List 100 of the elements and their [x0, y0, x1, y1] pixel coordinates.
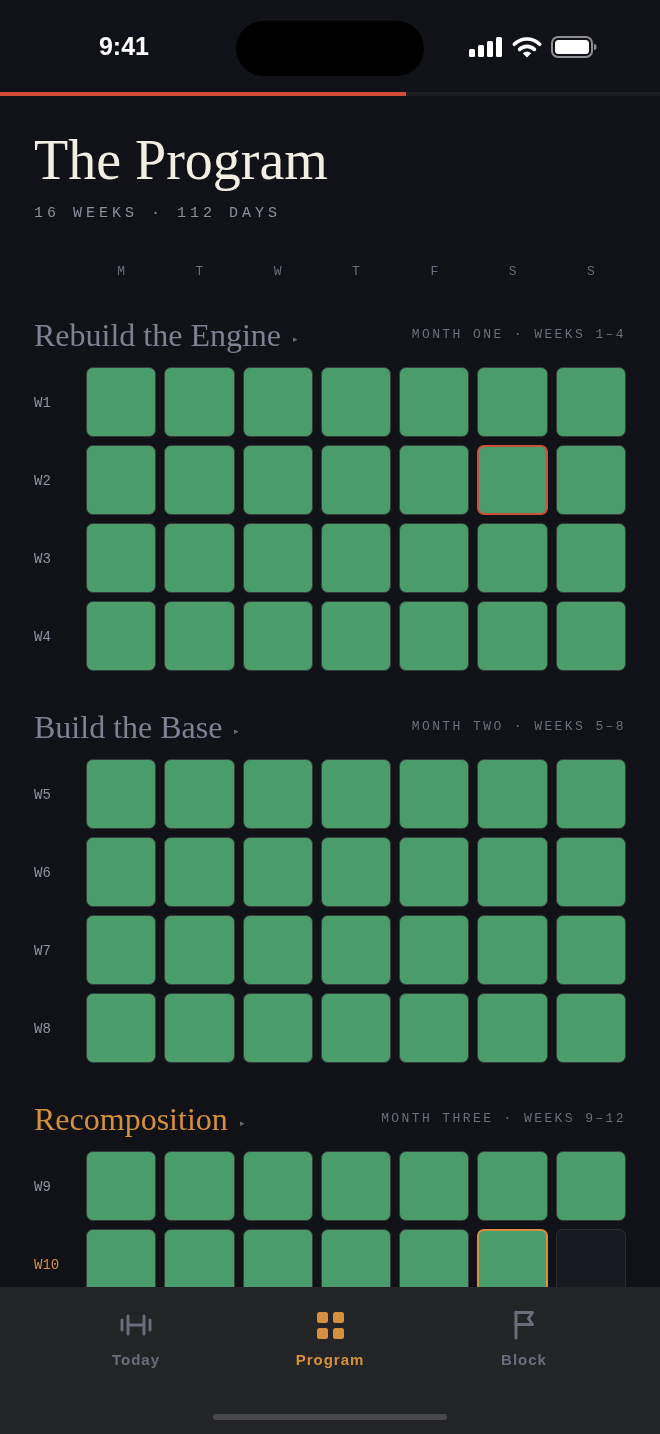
day-tile[interactable]	[164, 837, 235, 907]
day-tile[interactable]	[164, 1151, 235, 1221]
week-label: W5	[34, 787, 51, 803]
battery-icon	[551, 36, 597, 58]
day-tile[interactable]	[399, 601, 470, 671]
day-tile[interactable]	[320, 915, 392, 985]
day-tile[interactable]	[555, 445, 626, 515]
day-tile[interactable]	[86, 445, 157, 515]
flag-icon	[513, 1310, 535, 1340]
day-tile[interactable]	[399, 1151, 470, 1221]
day-tile[interactable]	[86, 1151, 157, 1221]
day-tile[interactable]	[555, 523, 626, 593]
page-title: The Program	[34, 129, 328, 191]
month-range: MONTH ONE · WEEKS 1–4	[411, 326, 626, 345]
day-tile[interactable]	[242, 367, 313, 437]
expand-marker-label: ▸	[239, 1116, 245, 1129]
day-tile[interactable]	[242, 993, 313, 1063]
day-tile[interactable]	[242, 759, 313, 829]
day-tile[interactable]	[164, 993, 235, 1063]
day-tile[interactable]	[320, 993, 392, 1063]
day-tile[interactable]	[477, 993, 548, 1063]
week-label: W10	[34, 1257, 60, 1273]
day-tile[interactable]	[164, 1229, 235, 1287]
day-tile[interactable]	[86, 837, 157, 907]
day-tile[interactable]	[477, 445, 548, 515]
day-tile[interactable]	[555, 1151, 626, 1221]
weekday-label: W	[273, 263, 282, 282]
day-tile[interactable]	[242, 601, 313, 671]
day-tile[interactable]	[320, 837, 392, 907]
weekday-label: T	[195, 263, 204, 282]
day-tile[interactable]	[242, 445, 313, 515]
day-tile[interactable]	[164, 445, 235, 515]
day-tile[interactable]	[86, 367, 157, 437]
day-tile[interactable]	[320, 601, 392, 671]
day-tile[interactable]	[399, 759, 470, 829]
day-tile[interactable]	[320, 367, 392, 437]
day-tile[interactable]	[555, 837, 626, 907]
day-tile[interactable]	[164, 759, 235, 829]
day-tile[interactable]	[164, 915, 235, 985]
dumbbell-icon	[120, 1314, 152, 1336]
week-label: W4	[34, 629, 51, 645]
day-tile[interactable]	[477, 1151, 548, 1221]
day-tile[interactable]	[555, 601, 626, 671]
week-label: W7	[34, 943, 51, 959]
day-tile[interactable]	[399, 993, 470, 1063]
day-tile[interactable]	[320, 759, 392, 829]
day-tile[interactable]	[399, 445, 470, 515]
day-tile[interactable]	[399, 367, 470, 437]
day-tile[interactable]	[242, 1151, 313, 1221]
day-tile[interactable]	[164, 523, 235, 593]
day-tile[interactable]	[399, 915, 470, 985]
week-label: W2	[34, 473, 51, 489]
day-tile[interactable]	[555, 915, 626, 985]
month-range: MONTH THREE · WEEKS 9–12	[381, 1110, 626, 1129]
day-tile[interactable]	[477, 523, 548, 593]
day-tile[interactable]	[86, 759, 157, 829]
day-tile[interactable]	[320, 1151, 392, 1221]
day-tile[interactable]	[320, 445, 392, 515]
expand-marker-label: ▸	[293, 332, 299, 345]
day-tile[interactable]	[86, 601, 157, 671]
month-title: Rebuild the Engine	[34, 317, 282, 353]
day-tile[interactable]	[477, 915, 548, 985]
day-tile[interactable]	[242, 1229, 313, 1287]
day-tile[interactable]	[86, 993, 157, 1063]
day-tile[interactable]	[320, 1229, 392, 1287]
day-tile[interactable]	[242, 837, 313, 907]
day-tile[interactable]	[320, 523, 392, 593]
day-tile[interactable]	[86, 1229, 157, 1287]
week-label: W6	[34, 865, 51, 881]
weekday-label: S	[508, 263, 517, 282]
day-tile[interactable]	[477, 1229, 548, 1287]
tab-button[interactable]: Block	[464, 1287, 584, 1374]
day-tile[interactable]	[555, 367, 626, 437]
expand-marker-label: ▸	[234, 724, 240, 737]
weekday-label: S	[586, 263, 595, 282]
day-tile[interactable]	[86, 915, 157, 985]
day-tile[interactable]	[164, 601, 235, 671]
day-tile[interactable]	[555, 759, 626, 829]
weekday-label: T	[352, 263, 360, 282]
day-tile[interactable]	[477, 837, 548, 907]
signal-icon	[469, 37, 503, 57]
day-tile[interactable]	[477, 759, 548, 829]
day-tile[interactable]	[242, 915, 313, 985]
day-tile[interactable]	[164, 367, 235, 437]
day-tile[interactable]	[555, 1229, 626, 1287]
day-tile[interactable]	[242, 523, 313, 593]
week-label: W9	[34, 1179, 51, 1195]
day-tile[interactable]	[477, 601, 548, 671]
day-tile[interactable]	[477, 367, 548, 437]
day-tile[interactable]	[86, 523, 157, 593]
day-tile[interactable]	[399, 837, 470, 907]
status-time: 9:41	[98, 31, 149, 63]
day-tile[interactable]	[399, 523, 470, 593]
wifi-icon	[511, 36, 543, 58]
tab-button[interactable]: Today	[76, 1287, 196, 1374]
day-tile[interactable]	[399, 1229, 470, 1287]
day-tile[interactable]	[555, 993, 626, 1063]
weekday-label: M	[117, 263, 126, 282]
month-title: Recomposition	[34, 1101, 228, 1137]
tab-button[interactable]: Program	[270, 1287, 390, 1374]
